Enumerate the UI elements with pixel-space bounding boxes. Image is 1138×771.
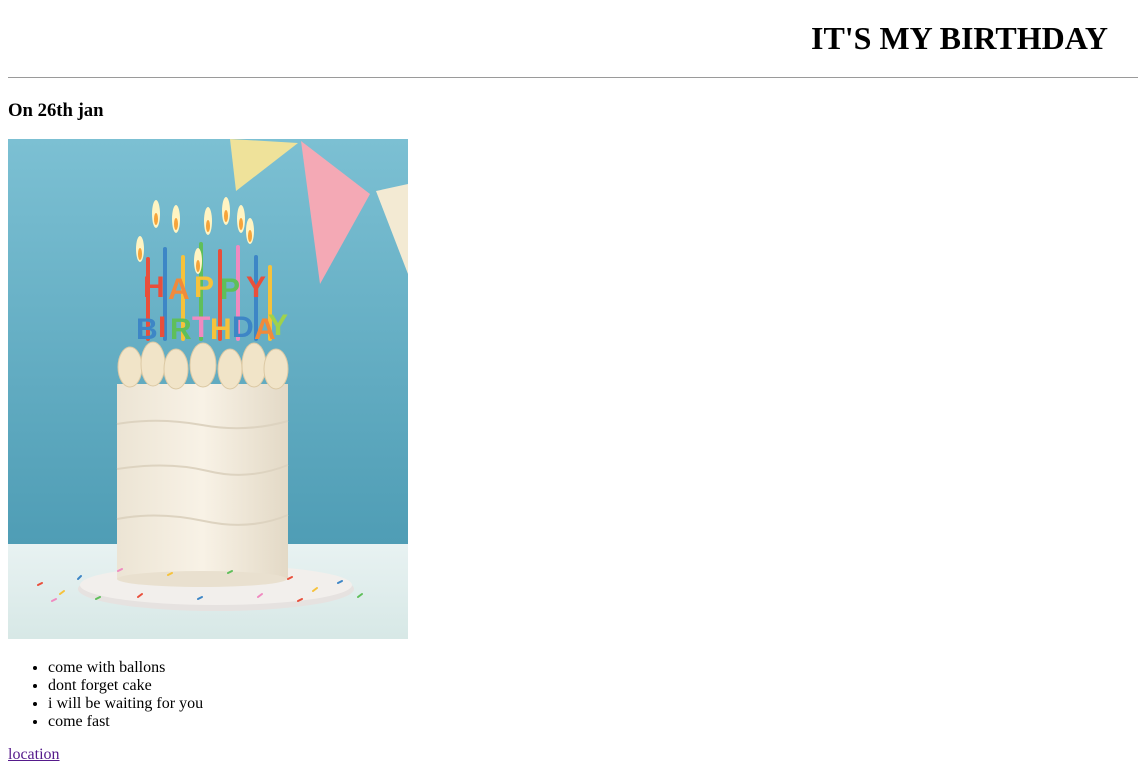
svg-text:H: H (210, 313, 232, 346)
svg-text:I: I (158, 311, 166, 344)
list-item: come with ballons (48, 659, 203, 677)
svg-text:P: P (194, 271, 214, 304)
svg-text:P: P (220, 273, 240, 306)
list-item: dont forget cake (48, 677, 203, 695)
svg-text:A: A (168, 273, 190, 306)
svg-text:R: R (170, 313, 192, 346)
list-item: i will be waiting for you (48, 695, 203, 713)
date-subtitle: On 26th jan (8, 100, 104, 121)
birthday-cake-image: H A P P Y B I R T H D A Y (8, 139, 408, 639)
svg-text:T: T (192, 311, 210, 344)
reminder-list: come with ballons dont forget cake i wil… (8, 659, 203, 731)
list-item: come fast (48, 713, 203, 731)
svg-text:B: B (136, 313, 158, 346)
svg-text:D: D (232, 311, 254, 344)
svg-text:Y: Y (268, 309, 288, 342)
divider (8, 77, 1138, 78)
page-title: IT'S MY BIRTHDAY (810, 20, 1108, 56)
location-link[interactable]: location (8, 746, 60, 764)
svg-text:H: H (143, 271, 165, 304)
svg-text:Y: Y (246, 271, 266, 304)
